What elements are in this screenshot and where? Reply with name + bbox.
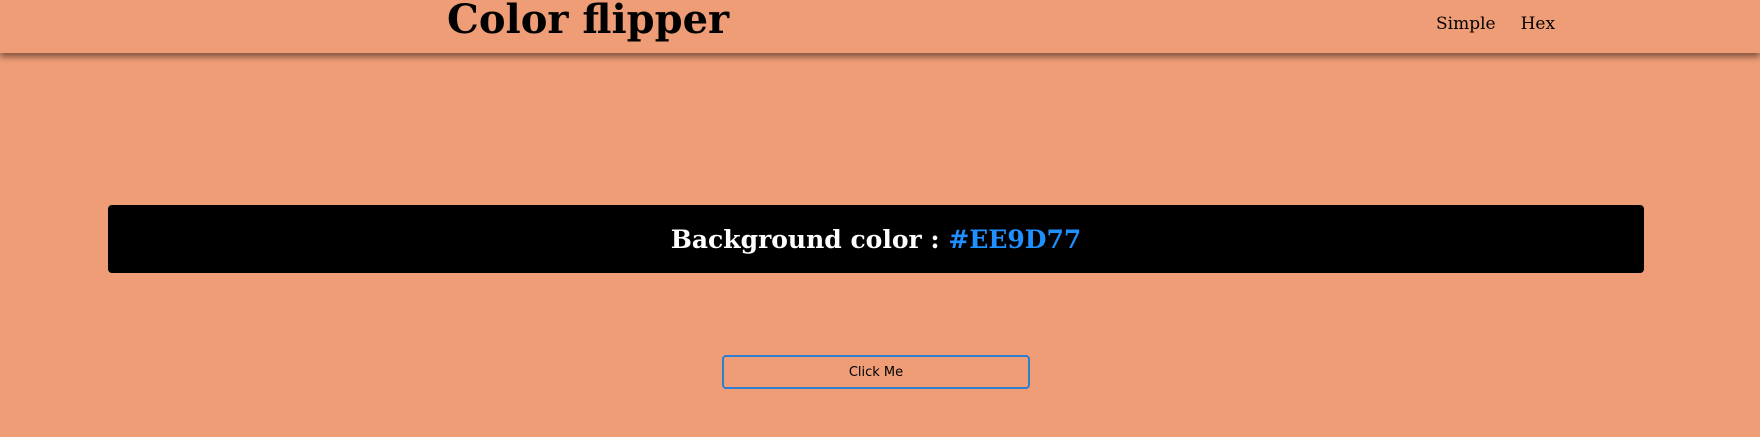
nav-link-hex[interactable]: Hex — [1521, 14, 1555, 34]
nav-links: Simple Hex — [1436, 14, 1555, 34]
color-banner: Background color : #EE9D77 — [108, 205, 1644, 273]
top-navbar: Color flipper Simple Hex — [0, 0, 1760, 53]
nav-item-simple: Simple — [1436, 14, 1496, 34]
app-title: Color flipper — [447, 0, 730, 43]
nav-link-simple[interactable]: Simple — [1436, 14, 1496, 34]
banner-heading: Background color : #EE9D77 — [671, 225, 1082, 254]
color-value: #EE9D77 — [948, 224, 1082, 254]
banner-label: Background color : — [670, 224, 949, 254]
nav-item-hex: Hex — [1521, 14, 1555, 34]
click-me-button[interactable]: Click Me — [722, 355, 1030, 389]
